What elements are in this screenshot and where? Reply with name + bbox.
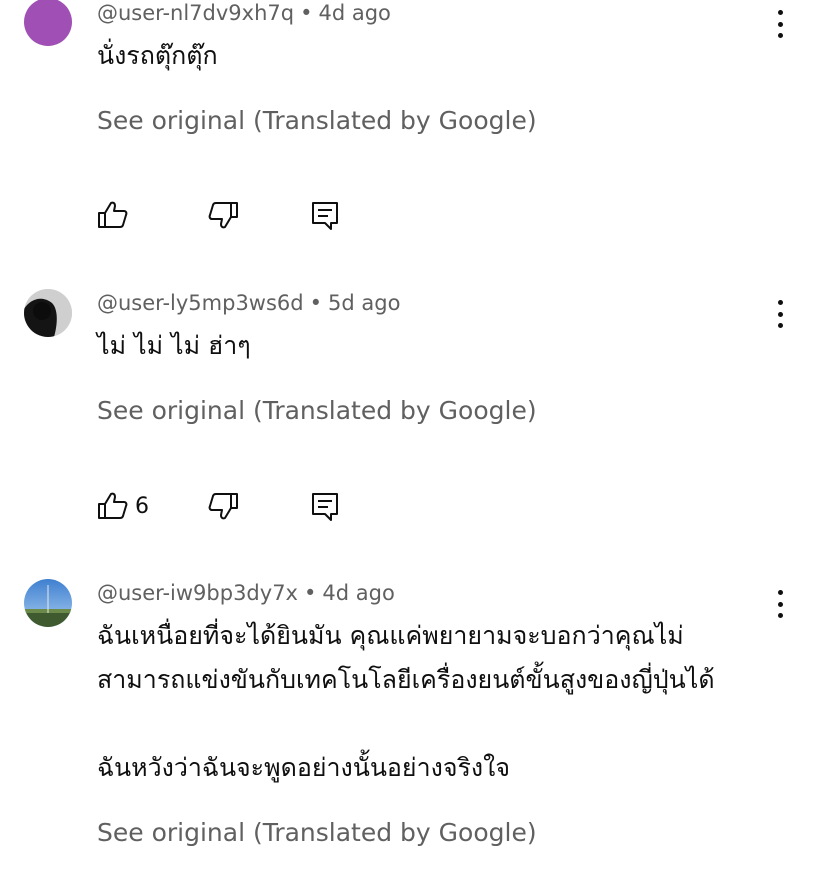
comment-time[interactable]: 4d ago [318,1,390,25]
comment-text: ฉันเหนื่อยที่จะได้ยินมัน คุณแค่พยายามจะบ… [97,621,715,782]
meta-separator: • [303,581,317,605]
comment-time[interactable]: 5d ago [328,291,400,315]
avatar[interactable] [24,0,72,46]
reply-button[interactable] [309,489,341,523]
comment-meta: @user-iw9bp3dy7x • 4d ago [97,580,395,606]
comment-author[interactable]: @user-nl7dv9xh7q [97,1,294,25]
thumbs-up-icon [98,492,128,519]
like-button[interactable]: 6 [97,489,149,523]
dislike-button[interactable] [207,198,239,232]
comment-text: นั่งรถตุ๊กตุ๊ก [97,41,218,70]
meta-separator: • [300,1,313,25]
thumbs-down-icon [208,493,238,520]
comment-author[interactable]: @user-iw9bp3dy7x [97,581,298,605]
thumbs-down-icon [208,202,238,229]
reply-icon [312,202,338,230]
comment-actions [97,198,397,232]
comment-time[interactable]: 4d ago [322,581,394,605]
meta-separator: • [309,291,323,315]
reply-button[interactable] [309,198,341,232]
see-original-link[interactable]: See original (Translated by Google) [97,106,537,136]
comment-meta: @user-ly5mp3ws6d • 5d ago [97,290,400,316]
comment-meta: @user-nl7dv9xh7q • 4d ago [97,0,391,26]
avatar-image [24,579,72,627]
like-button[interactable] [97,198,135,232]
dislike-button[interactable] [207,489,239,523]
see-original-link[interactable]: See original (Translated by Google) [97,396,537,426]
avatar[interactable] [24,289,72,337]
reply-icon [312,493,338,521]
comment-author[interactable]: @user-ly5mp3ws6d [97,291,304,315]
see-original-link[interactable]: See original (Translated by Google) [97,818,537,848]
avatar-image [24,289,72,337]
avatar[interactable] [24,579,72,627]
like-count: 6 [135,493,149,519]
comment-actions: 6 [97,489,397,523]
thumbs-up-icon [98,201,128,228]
comment-text: ไม่ ไม่ ไม่ ฮ่าๆ [97,331,251,360]
